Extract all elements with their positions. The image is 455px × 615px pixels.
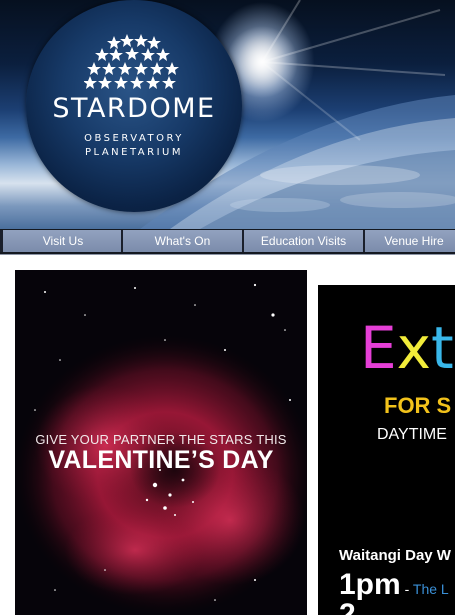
nav-item-visit-us[interactable]: Visit Us	[0, 230, 123, 252]
promo-letter-t: t	[430, 314, 454, 382]
nav-item-venue-hire[interactable]: Venue Hire	[365, 230, 455, 252]
main-nav: Visit Us What's On Education Visits Venu…	[0, 229, 455, 254]
nav-item-education-visits[interactable]: Education Visits	[244, 230, 365, 252]
promo-letter-e: E	[360, 314, 397, 382]
promo-tagline: GIVE YOUR PARTNER THE STARS THIS	[35, 432, 287, 447]
logo-title: STARDOME	[52, 93, 216, 124]
valentines-promo-banner[interactable]: GIVE YOUR PARTNER THE STARS THIS VALENTI…	[15, 270, 307, 615]
promo-word: Ext	[360, 319, 454, 377]
event-time: 1pm	[339, 568, 401, 601]
event-show-link[interactable]: The L	[413, 581, 449, 597]
promo-daytime-text: DAYTIME	[377, 426, 447, 443]
nav-item-whats-on[interactable]: What's On	[123, 230, 244, 252]
event-promo-banner[interactable]: Ext FOR S DAYTIME Waitangi Day W 1pm - T…	[318, 285, 455, 615]
logo-subtitle-observatory: OBSERVATORY	[84, 133, 184, 144]
promo-headline: VALENTINE’S DAY	[48, 446, 274, 474]
event-next-time: 2	[339, 598, 356, 615]
event-time-dash: -	[400, 581, 413, 597]
event-title: Waitangi Day W	[339, 547, 451, 564]
star-dome-icon	[84, 34, 179, 89]
logo-subtitle-planetarium: PLANETARIUM	[85, 147, 183, 158]
event-time-row: 1pm - The L	[339, 568, 449, 602]
promo-letter-x: x	[396, 314, 431, 382]
promo-for-text: FOR S	[384, 393, 452, 418]
site-header: STARDOME OBSERVATORY PLANETARIUM	[0, 0, 455, 229]
nav-divider	[0, 254, 455, 255]
